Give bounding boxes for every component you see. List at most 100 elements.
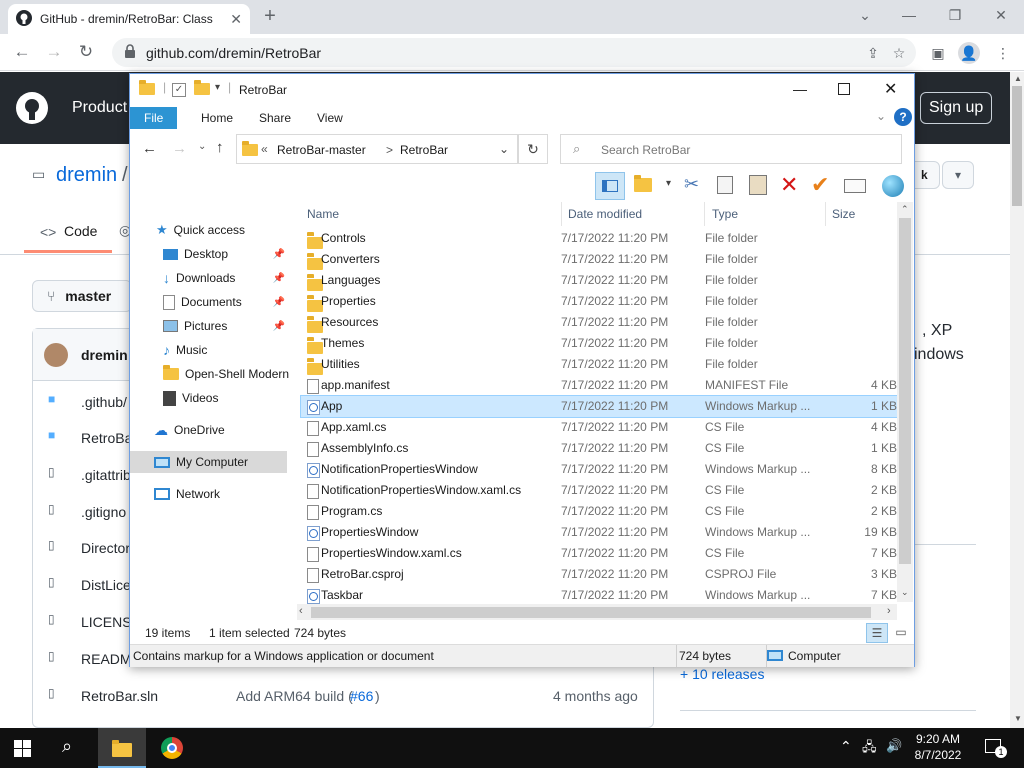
close-window-icon[interactable]: ✕ — [884, 79, 897, 99]
gh-file-name[interactable]: .gitigno — [81, 504, 126, 520]
gh-file-row[interactable]: ■ .github/ — [48, 392, 127, 410]
file-row[interactable]: Converters 7/17/2022 11:20 PM File folder — [301, 249, 897, 270]
file-row[interactable]: Themes 7/17/2022 11:20 PM File folder — [301, 333, 897, 354]
scroll-thumb[interactable] — [1012, 86, 1022, 206]
file-row[interactable]: App.xaml.cs 7/17/2022 11:20 PM CS File 4 KB — [301, 417, 897, 438]
back-icon[interactable]: ← — [9, 40, 35, 66]
rename-icon[interactable] — [844, 179, 866, 193]
qat-properties-icon[interactable]: ✓ — [172, 83, 186, 97]
nav-pictures[interactable]: Pictures 📌 — [163, 315, 287, 337]
copy-icon[interactable] — [717, 176, 733, 194]
nav-openshell[interactable]: Open-Shell Modern — [163, 363, 289, 385]
gh-file-row[interactable]: ▯ .gitattrib — [48, 465, 131, 483]
column-divider[interactable] — [561, 202, 562, 226]
gh-file-row[interactable]: ▯ LICENSE — [48, 612, 141, 630]
file-row[interactable]: NotificationPropertiesWindow 7/17/2022 11… — [301, 459, 897, 480]
pin-icon[interactable]: 📌 — [273, 273, 285, 284]
chrome-taskbar-icon[interactable] — [161, 737, 183, 759]
file-row[interactable]: PropertiesWindow 7/17/2022 11:20 PM Window… — [301, 522, 897, 543]
delete-icon[interactable]: ✕ — [780, 172, 798, 198]
details-view-icon[interactable]: ☰ — [866, 623, 888, 643]
gh-file-name[interactable]: READM — [81, 651, 132, 667]
search-box[interactable]: ⌕ Search RetroBar — [560, 134, 902, 164]
refresh-icon[interactable]: ↻ — [518, 134, 548, 164]
github-logo-icon[interactable] — [16, 92, 48, 127]
nav-onedrive[interactable]: ☁ OneDrive — [154, 419, 225, 441]
notifications-dropdown-icon[interactable]: ▾ — [942, 161, 974, 189]
close-tab-icon[interactable]: ✕ — [230, 11, 242, 28]
minimize-icon[interactable]: — — [793, 81, 807, 97]
gh-file-name[interactable]: Director — [81, 540, 130, 556]
taskbar-search-icon[interactable]: ⌕ — [62, 736, 72, 757]
maximize-icon[interactable] — [838, 83, 850, 95]
recent-locations-icon[interactable]: ⌄ — [198, 141, 206, 152]
file-row[interactable]: Resources 7/17/2022 11:20 PM File folder — [301, 312, 897, 333]
list-vscroll-thumb[interactable] — [899, 218, 911, 564]
pin-icon[interactable]: 📌 — [273, 321, 285, 332]
nav-downloads[interactable]: ↓ Downloads 📌 — [163, 267, 287, 289]
windows-start-icon[interactable] — [14, 740, 31, 760]
column-date[interactable]: Date modified — [568, 202, 708, 226]
column-divider[interactable] — [704, 202, 705, 226]
nav-documents[interactable]: Documents 📌 — [163, 291, 287, 313]
nav-quick-access[interactable]: ★ Quick access — [156, 219, 245, 241]
gh-file-row[interactable]: ▯ DistLice — [48, 575, 131, 593]
column-name[interactable]: Name — [307, 202, 559, 226]
list-hscroll-thumb[interactable] — [311, 607, 871, 618]
menu-kebab-icon[interactable]: ⋮ — [992, 42, 1014, 64]
large-icons-view-icon[interactable]: ▭ — [890, 623, 912, 643]
breadcrumb-bar[interactable]: « RetroBar-master > RetroBar ⌄ — [236, 134, 518, 164]
breadcrumb-part[interactable]: RetroBar-master — [277, 143, 366, 157]
branch-selector[interactable]: ⑂ master — [32, 280, 132, 312]
bookmark-star-icon[interactable]: ☆ — [888, 42, 910, 64]
file-row[interactable]: Controls 7/17/2022 11:20 PM File folder — [301, 228, 897, 249]
explorer-back-icon[interactable]: ← — [142, 140, 157, 157]
file-row[interactable]: NotificationPropertiesWindow.xaml.cs 7/17… — [301, 480, 897, 501]
file-row[interactable]: AssemblyInfo.cs 7/17/2022 11:20 PM CS File… — [301, 438, 897, 459]
file-row[interactable]: Languages 7/17/2022 11:20 PM File folder — [301, 270, 897, 291]
forward-icon[interactable]: → — [41, 40, 67, 66]
scroll-left-icon[interactable]: ‹ — [299, 605, 303, 617]
scroll-right-icon[interactable]: › — [887, 605, 891, 617]
qat-dropdown-icon[interactable]: ▾ — [215, 82, 220, 93]
file-row[interactable]: Properties 7/17/2022 11:20 PM File folder — [301, 291, 897, 312]
nav-my-computer[interactable]: My Computer — [130, 451, 287, 473]
clock-date[interactable]: 8/7/2022 — [914, 748, 962, 762]
cut-icon[interactable]: ✂ — [684, 174, 699, 195]
file-row[interactable]: Utilities 7/17/2022 11:20 PM File folder — [301, 354, 897, 375]
commit-author[interactable]: dremin — [81, 347, 128, 363]
gh-file-name[interactable]: .gitattrib — [81, 467, 131, 483]
volume-icon[interactable]: 🔊 — [886, 738, 902, 754]
tab-search-chevron-icon[interactable]: ⌄ — [850, 4, 880, 28]
clock-time[interactable]: 9:20 AM — [914, 732, 962, 746]
scroll-down-icon[interactable]: ▼ — [1014, 714, 1022, 723]
up-folder-icon[interactable]: ↑ — [216, 139, 224, 156]
show-hidden-icons-icon[interactable]: ⌃ — [840, 738, 852, 755]
tab-view[interactable]: View — [303, 107, 357, 129]
commit-message[interactable]: Add ARM64 build ( — [236, 688, 353, 704]
address-dropdown-icon[interactable]: ⌄ — [499, 142, 509, 156]
internet-options-icon[interactable] — [882, 175, 904, 197]
breadcrumb-separator[interactable]: > — [386, 143, 393, 157]
network-tray-icon[interactable]: 🖧 — [862, 738, 877, 760]
close-browser-icon[interactable]: ✕ — [986, 4, 1016, 28]
gh-file-row[interactable]: ▯ READM — [48, 649, 132, 667]
paste-icon[interactable] — [749, 175, 767, 195]
page-scrollbar[interactable]: ▲ ▼ — [1010, 72, 1024, 728]
breadcrumb-part[interactable]: RetroBar — [400, 143, 448, 157]
releases-link[interactable]: + 10 releases — [680, 666, 764, 682]
help-icon[interactable]: ? — [894, 108, 912, 126]
taskbar-explorer-button[interactable] — [98, 728, 146, 768]
list-hscrollbar[interactable]: ‹ › — [297, 604, 897, 620]
minimize-browser-icon[interactable]: — — [894, 4, 924, 28]
file-row[interactable]: Taskbar 7/17/2022 11:20 PM Windows Markup … — [301, 585, 897, 606]
tab-home[interactable]: Home — [187, 107, 247, 129]
gh-file-row[interactable]: ▯ Director — [48, 538, 130, 556]
share-icon[interactable]: ⇪ — [862, 42, 884, 64]
explorer-titlebar[interactable]: | ✓ ▾ | RetroBar — ✕ — [130, 74, 914, 106]
qat-new-folder-icon[interactable] — [194, 80, 210, 98]
column-type[interactable]: Type — [712, 202, 822, 226]
address-bar[interactable]: github.com/dremin/RetroBar — [112, 38, 916, 67]
side-panel-icon[interactable]: ▣ — [927, 42, 949, 64]
repo-owner-link[interactable]: dremin — [56, 164, 117, 187]
